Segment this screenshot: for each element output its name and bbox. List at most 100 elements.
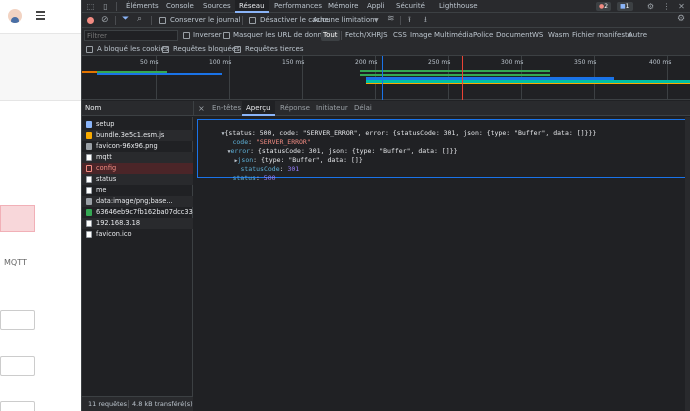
file-icon (86, 231, 92, 238)
clear-icon[interactable]: ⊘ (101, 15, 109, 25)
network-status-bar: 11 requêtes 4.8 kB transféré(s) (82, 396, 193, 411)
request-row[interactable]: 63646eb9c7fb162ba07dcc333... (82, 207, 193, 218)
filter-type-js[interactable]: JS (381, 28, 388, 43)
blocked-requests-checkbox[interactable] (162, 46, 169, 53)
invert-label: Inverser (193, 31, 222, 39)
errors-badge[interactable]: ●2 (596, 2, 612, 11)
preserve-log-checkbox[interactable] (159, 17, 166, 24)
request-row[interactable]: status (82, 174, 193, 185)
response-preview: ▼{status: 500, code: "SERVER_ERROR", err… (194, 117, 690, 411)
mqtt-label: MQTT (4, 258, 27, 267)
avatar[interactable] (8, 9, 22, 23)
invert-checkbox[interactable] (183, 32, 190, 39)
request-row-selected[interactable]: config (82, 163, 193, 174)
tab-response[interactable]: Réponse (280, 101, 310, 116)
request-row[interactable]: data:image/png;base... (82, 196, 193, 207)
tab-security[interactable]: Sécurité (396, 0, 425, 13)
timeline-tick-label: 250 ms (428, 59, 451, 66)
tab-performance[interactable]: Performances (274, 0, 322, 13)
tab-application[interactable]: Appli (367, 0, 385, 13)
filter-type-document[interactable]: Document (496, 28, 532, 43)
gear-icon[interactable]: ⚙ (646, 2, 655, 11)
throttling-select[interactable]: Aucune limitation (313, 13, 375, 28)
request-row[interactable]: bundle.3e5c1.esm.js (82, 130, 193, 141)
timeline-tick-label: 50 ms (140, 59, 159, 66)
filter-icon[interactable]: ⏷ (122, 14, 129, 24)
tab-lighthouse[interactable]: Lighthouse (439, 0, 478, 13)
search-icon[interactable]: ⌕ (137, 14, 142, 24)
panes-header: Nom × En-têtes Aperçu Réponse Initiateur… (82, 101, 690, 116)
chevron-down-icon[interactable]: ▼ (374, 13, 379, 28)
tab-memory[interactable]: Mémoire (328, 0, 358, 13)
timeline-bar (360, 70, 550, 72)
filter-type-media[interactable]: Multimédia (434, 28, 473, 43)
request-row[interactable]: favicon.ico (82, 229, 193, 240)
image-icon (86, 143, 92, 150)
tab-initiator[interactable]: Initiateur (316, 101, 348, 116)
download-icon[interactable]: ⭳ (424, 14, 427, 28)
request-row[interactable]: 192.168.3.18 (82, 218, 193, 229)
hide-data-urls-label: Masquer les URL de données (233, 31, 335, 39)
file-icon (86, 220, 92, 227)
app-input-field-3[interactable] (0, 401, 35, 411)
file-icon (86, 176, 92, 183)
filter-type-image[interactable]: Image (410, 28, 432, 43)
preview-status-line: status: 500 (232, 174, 276, 182)
scrollbar[interactable] (685, 117, 690, 411)
tab-console[interactable]: Console (166, 0, 194, 13)
filter-type-wasm[interactable]: Wasm (548, 28, 569, 43)
tab-network[interactable]: Réseau (235, 0, 269, 13)
websocket-icon (86, 209, 92, 216)
inspect-icon[interactable]: ⬚ (86, 2, 95, 11)
image-icon (86, 198, 92, 205)
request-row[interactable]: me (82, 185, 193, 196)
tab-headers[interactable]: En-têtes (212, 101, 241, 116)
hide-data-urls-checkbox[interactable] (223, 32, 230, 39)
timeline-overview[interactable]: 50 ms 100 ms 150 ms 200 ms 250 ms 300 ms… (82, 56, 690, 100)
timeline-bar (360, 74, 550, 76)
filter-bar-secondary: A bloqué les cookies Requêtes bloquées R… (82, 43, 690, 56)
timeline-tick-label: 400 ms (649, 59, 672, 66)
tab-preview[interactable]: Aperçu (242, 101, 275, 116)
app-input-field-2[interactable] (0, 356, 35, 376)
more-options-icon[interactable]: ⋮ (662, 2, 671, 11)
timeline-tick-label: 100 ms (209, 59, 232, 66)
wifi-icon[interactable]: ≋ (387, 14, 395, 24)
request-row[interactable]: mqtt (82, 152, 193, 163)
filter-type-font[interactable]: Police (473, 28, 493, 43)
timeline-bar (97, 71, 167, 73)
third-party-checkbox[interactable] (234, 46, 241, 53)
record-icon[interactable] (87, 17, 94, 24)
messages-badge[interactable]: ■1 (617, 2, 633, 11)
third-party-label: Requêtes tierces (245, 45, 304, 53)
filter-type-ws[interactable]: WS (532, 28, 543, 43)
tab-sources[interactable]: Sources (203, 0, 231, 13)
load-event-marker (462, 56, 463, 100)
filter-type-manifest[interactable]: Fichier manifeste (572, 28, 632, 43)
hamburger-menu-icon[interactable] (36, 11, 45, 20)
request-count: 11 requêtes (88, 400, 128, 408)
filter-type-all[interactable]: Tout (321, 30, 340, 41)
request-row[interactable]: favicon-96x96.png (82, 141, 193, 152)
filter-type-css[interactable]: CSS (393, 28, 407, 43)
blocked-cookies-checkbox[interactable] (86, 46, 93, 53)
request-row[interactable]: setup (82, 119, 193, 130)
tab-timing[interactable]: Délai (354, 101, 372, 116)
timeline-tick-label: 150 ms (282, 59, 305, 66)
dom-content-loaded-marker (382, 56, 383, 100)
tab-elements[interactable]: Éléments (126, 0, 159, 13)
script-icon (86, 132, 92, 139)
disable-cache-checkbox[interactable] (249, 17, 256, 24)
name-column-header[interactable]: Nom (85, 101, 101, 116)
filter-type-other[interactable]: Autre (628, 28, 647, 43)
network-settings-icon[interactable]: ⚙ (677, 14, 685, 24)
timeline-bar (97, 73, 222, 75)
close-detail-icon[interactable]: × (198, 101, 205, 116)
filter-input[interactable] (84, 30, 178, 41)
device-toolbar-icon[interactable]: ▯ (101, 2, 110, 11)
app-input-field-1[interactable] (0, 310, 35, 330)
transferred-size: 4.8 kB transféré(s) (132, 400, 193, 408)
upload-icon[interactable]: ⭱ (408, 14, 411, 28)
close-icon[interactable]: ✕ (677, 2, 686, 11)
filter-type-fetch-xhr[interactable]: Fetch/XHR (345, 28, 381, 43)
